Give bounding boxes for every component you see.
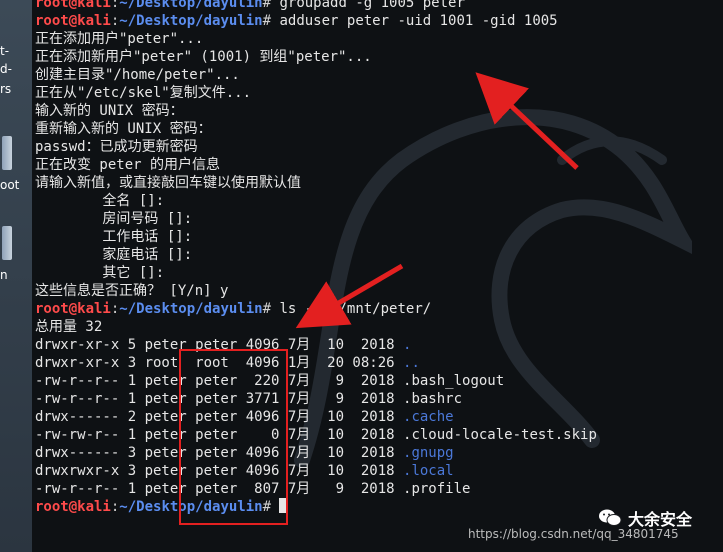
desktop-icon-label[interactable]: rs xyxy=(0,82,11,96)
folder-icon[interactable] xyxy=(2,226,12,260)
desktop-background: t- d- rs oot n xyxy=(0,0,32,552)
watermark-url: https://blog.csdn.net/qq_34801745 xyxy=(468,527,679,541)
red-arrow-icon xyxy=(475,72,579,170)
desktop-icon-label[interactable]: n xyxy=(0,268,8,282)
wechat-icon xyxy=(599,509,622,526)
folder-icon[interactable] xyxy=(2,136,12,170)
annotation-arrows xyxy=(295,72,579,329)
desktop-icon-label[interactable]: t- xyxy=(0,44,9,58)
desktop-icon-label[interactable]: d- xyxy=(0,62,12,76)
desktop-icon-label[interactable]: oot xyxy=(0,178,19,192)
red-arrow-icon xyxy=(295,263,404,329)
terminal-window[interactable]: root@kali:~/Desktop/dayulin# groupadd -g… xyxy=(32,0,723,552)
